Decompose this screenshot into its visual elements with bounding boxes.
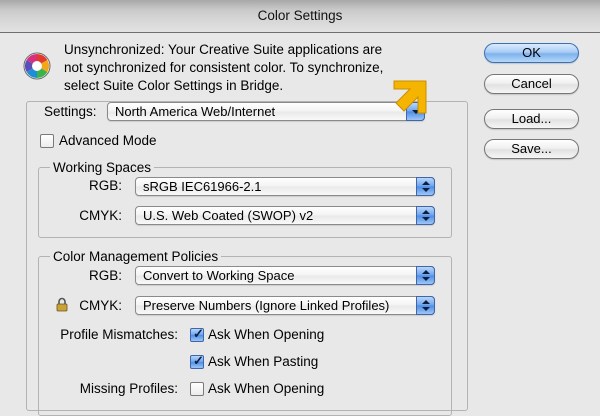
ws-cmyk-value: U.S. Web Coated (SWOP) v2: [143, 208, 314, 223]
arrow-pointer-icon: [393, 80, 427, 114]
ws-rgb-popup[interactable]: sRGB IEC61966-2.1: [135, 177, 435, 196]
stepper-icon: [416, 296, 435, 315]
load-button[interactable]: Load...: [484, 109, 579, 129]
settings-value: North America Web/Internet: [115, 104, 276, 119]
policy-cmyk-label: CMYK:: [79, 298, 122, 313]
window-title: Color Settings: [257, 8, 343, 23]
missing-profiles-label: Missing Profiles:: [79, 381, 178, 396]
advanced-mode-label: Advanced Mode: [59, 133, 157, 148]
title-bar: Color Settings: [0, 0, 600, 33]
mismatch-ask-pasting-label: Ask When Pasting: [208, 354, 319, 369]
stepper-icon: [416, 177, 435, 196]
ok-button[interactable]: OK: [484, 43, 579, 63]
advanced-mode-checkbox[interactable]: [40, 134, 54, 148]
mismatch-ask-opening-checkbox[interactable]: ✓: [190, 326, 204, 342]
profile-mismatches-label: Profile Mismatches:: [60, 327, 178, 342]
policy-cmyk-popup[interactable]: Preserve Numbers (Ignore Linked Profiles…: [135, 296, 435, 315]
save-button[interactable]: Save...: [484, 139, 579, 159]
mismatch-ask-pasting-checkbox[interactable]: ✓: [190, 353, 204, 369]
stepper-icon: [416, 266, 435, 285]
mismatch-ask-opening-label: Ask When Opening: [208, 327, 325, 342]
policy-rgb-label: RGB:: [88, 268, 122, 283]
checkmark-icon: ✓: [193, 326, 204, 341]
policy-cmyk-value: Preserve Numbers (Ignore Linked Profiles…: [143, 298, 390, 313]
settings-popup[interactable]: North America Web/Internet: [107, 102, 425, 121]
policies-title: Color Management Policies: [50, 249, 222, 264]
settings-label: Settings:: [40, 104, 101, 119]
color-wheel-icon: [23, 52, 51, 80]
policy-rgb-value: Convert to Working Space: [143, 268, 295, 283]
cancel-button[interactable]: Cancel: [484, 74, 579, 94]
ws-rgb-label: RGB:: [88, 178, 122, 193]
stepper-icon: [416, 206, 435, 225]
missing-ask-opening-label: Ask When Opening: [208, 381, 325, 396]
working-spaces-title: Working Spaces: [50, 160, 155, 175]
ws-cmyk-label: CMYK:: [79, 208, 122, 223]
unsynchronized-message: Unsynchronized: Your Creative Suite appl…: [64, 42, 384, 93]
checkmark-icon: ✓: [193, 353, 204, 368]
missing-ask-opening-checkbox[interactable]: [190, 382, 204, 396]
ws-cmyk-popup[interactable]: U.S. Web Coated (SWOP) v2: [135, 206, 435, 225]
ws-rgb-value: sRGB IEC61966-2.1: [143, 179, 262, 194]
policy-rgb-popup[interactable]: Convert to Working Space: [135, 266, 435, 285]
